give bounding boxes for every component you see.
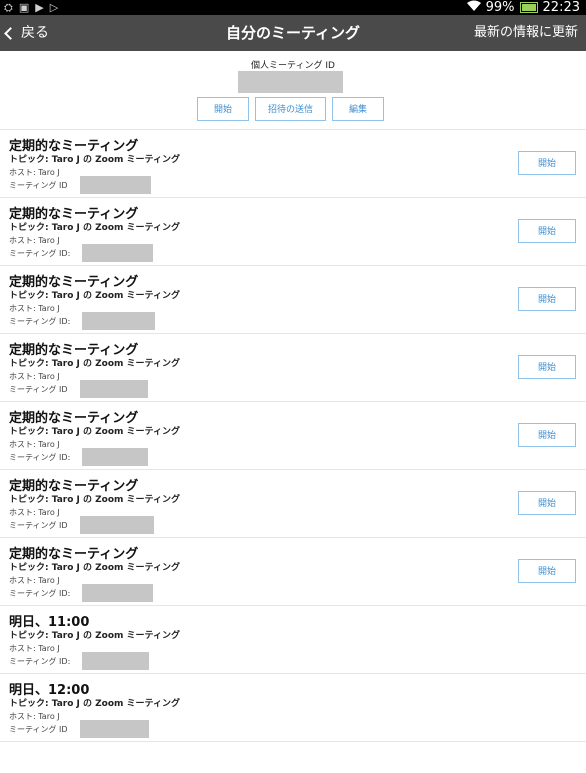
meeting-id-label: ミーティング ID: [9, 385, 68, 394]
meeting-id-redacted: [82, 244, 153, 262]
chevron-left-icon: [4, 26, 17, 40]
meeting-row[interactable]: 定期的なミーティング トピック: Taro J の Zoom ミーティング ホスト:…: [0, 130, 586, 198]
meeting-row[interactable]: 定期的なミーティング トピック: Taro J の Zoom ミーティング ホスト:…: [0, 470, 586, 538]
usb-icon: ⛭: [4, 1, 13, 14]
meeting-row[interactable]: 定期的なミーティング トピック: Taro J の Zoom ミーティング ホスト:…: [0, 334, 586, 402]
start-meeting-button[interactable]: 開始: [518, 151, 576, 175]
meeting-host: ホスト: Taro J: [9, 440, 60, 449]
meeting-id-label: ミーティング ID:: [9, 249, 71, 258]
play-icon: ▶: [35, 1, 44, 14]
meeting-row[interactable]: 明日、12:00 トピック: Taro J の Zoom ミーティング ホスト: T…: [0, 674, 586, 742]
edit-button[interactable]: 編集: [332, 97, 384, 121]
start-meeting-button[interactable]: 開始: [518, 219, 576, 243]
meeting-topic: トピック: Taro J の Zoom ミーティング: [9, 155, 181, 165]
meeting-id-label: ミーティング ID:: [9, 453, 71, 462]
send-invite-button[interactable]: 招待の送信: [255, 97, 326, 121]
start-meeting-button[interactable]: 開始: [518, 423, 576, 447]
meeting-id-redacted: [82, 652, 149, 670]
meeting-topic: トピック: Taro J の Zoom ミーティング: [9, 223, 181, 233]
start-meeting-button[interactable]: 開始: [518, 491, 576, 515]
notification-icons: ⛭ ▣ ▶ ▷: [4, 1, 58, 14]
photo-icon: ▣: [18, 1, 30, 14]
meeting-host: ホスト: Taro J: [9, 168, 60, 177]
meeting-row[interactable]: 定期的なミーティング トピック: Taro J の Zoom ミーティング ホスト:…: [0, 538, 586, 606]
clock: 22:23: [542, 0, 580, 15]
meeting-topic: トピック: Taro J の Zoom ミーティング: [9, 631, 181, 641]
meeting-id-redacted: [80, 516, 154, 534]
play-icon: ▷: [49, 1, 59, 14]
meeting-host: ホスト: Taro J: [9, 712, 60, 721]
battery-icon: [519, 2, 538, 13]
meeting-id-redacted: [80, 176, 151, 194]
meeting-topic: トピック: Taro J の Zoom ミーティング: [9, 699, 181, 709]
start-meeting-button[interactable]: 開始: [518, 355, 576, 379]
meeting-host: ホスト: Taro J: [9, 508, 60, 517]
meeting-id-label: ミーティング ID:: [9, 589, 71, 598]
start-meeting-button[interactable]: 開始: [518, 559, 576, 583]
refresh-button[interactable]: 最新の情報に更新: [474, 15, 578, 51]
meeting-topic: トピック: Taro J の Zoom ミーティング: [9, 495, 181, 505]
meeting-id-label: ミーティング ID: [9, 521, 68, 530]
status-right: 99% 22:23: [466, 0, 580, 15]
meeting-id-redacted: [82, 312, 155, 330]
meeting-topic: トピック: Taro J の Zoom ミーティング: [9, 427, 181, 437]
status-bar: ⛭ ▣ ▶ ▷ 99% 22:23: [0, 0, 586, 15]
battery-percent: 99%: [485, 0, 515, 15]
personal-meeting-id-section: 個人ミーティング ID 開始 招待の送信 編集: [0, 51, 586, 130]
pmi-label: 個人ミーティング ID: [251, 61, 335, 71]
back-label: 戻る: [21, 25, 49, 41]
back-button[interactable]: 戻る: [2, 15, 49, 51]
meeting-host: ホスト: Taro J: [9, 644, 60, 653]
nav-bar: 戻る 自分のミーティング 最新の情報に更新: [0, 15, 586, 51]
start-meeting-button[interactable]: 開始: [518, 287, 576, 311]
meeting-id-redacted: [80, 720, 149, 738]
meeting-id-label: ミーティング ID: [9, 725, 68, 734]
pmi-start-button[interactable]: 開始: [197, 97, 249, 121]
meeting-id-redacted: [82, 448, 148, 466]
meeting-host: ホスト: Taro J: [9, 236, 60, 245]
meeting-row[interactable]: 明日、11:00 トピック: Taro J の Zoom ミーティング ホスト: T…: [0, 606, 586, 674]
meeting-id-label: ミーティング ID: [9, 181, 68, 190]
meeting-host: ホスト: Taro J: [9, 372, 60, 381]
meeting-id-redacted: [80, 380, 148, 398]
meeting-id-label: ミーティング ID:: [9, 657, 71, 666]
meeting-row[interactable]: 定期的なミーティング トピック: Taro J の Zoom ミーティング ホスト:…: [0, 198, 586, 266]
wifi-icon: [466, 0, 481, 15]
meeting-row[interactable]: 定期的なミーティング トピック: Taro J の Zoom ミーティング ホスト:…: [0, 402, 586, 470]
meeting-topic: トピック: Taro J の Zoom ミーティング: [9, 291, 181, 301]
meeting-row[interactable]: 定期的なミーティング トピック: Taro J の Zoom ミーティング ホスト:…: [0, 266, 586, 334]
meeting-list: 定期的なミーティング トピック: Taro J の Zoom ミーティング ホスト:…: [0, 130, 586, 742]
meeting-id-redacted: [82, 584, 153, 602]
meeting-topic: トピック: Taro J の Zoom ミーティング: [9, 359, 181, 369]
meeting-host: ホスト: Taro J: [9, 576, 60, 585]
pmi-id-redacted: [238, 71, 343, 93]
meeting-topic: トピック: Taro J の Zoom ミーティング: [9, 563, 181, 573]
meeting-host: ホスト: Taro J: [9, 304, 60, 313]
meeting-id-label: ミーティング ID:: [9, 317, 71, 326]
